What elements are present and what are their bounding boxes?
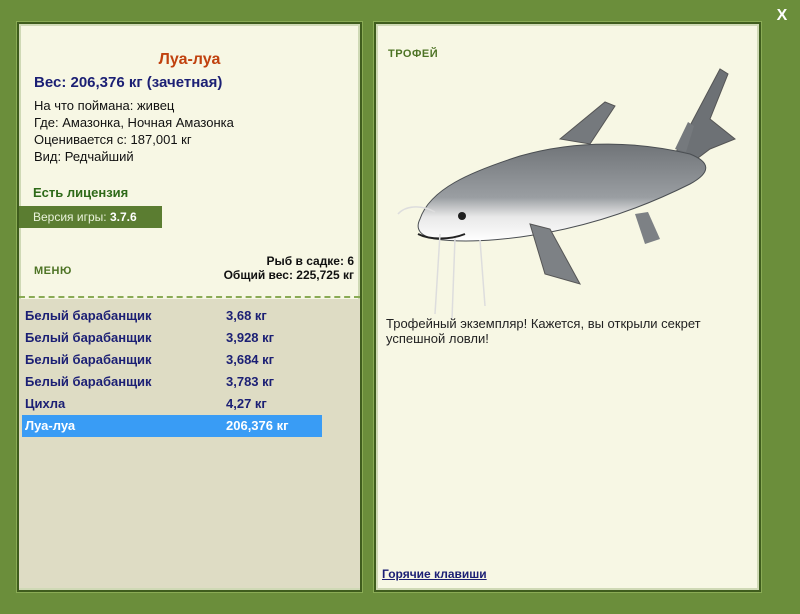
catfish-image	[397, 68, 736, 320]
rarity-info: Вид: Редчайший	[34, 149, 134, 164]
hotkeys-link[interactable]: Горячие клавиши	[382, 567, 487, 581]
catch-weight: 3,684 кг	[226, 352, 275, 367]
catch-list: Белый барабанщик 3,68 кг Белый барабанщи…	[19, 299, 360, 588]
catch-name: Белый барабанщик	[25, 352, 152, 367]
catch-row[interactable]: Белый барабанщик 3,68 кг	[22, 305, 322, 327]
bait-info: На что поймана: живец	[34, 98, 175, 113]
valuation-info: Оценивается с: 187,001 кг	[34, 132, 192, 147]
fish-title: Луа-луа	[158, 51, 221, 68]
catch-name: Луа-луа	[25, 418, 76, 433]
keepnet-stats: Рыб в садке: 6 Общий вес: 225,725 кг	[224, 254, 354, 282]
location-info: Где: Амазонка, Ночная Амазонка	[34, 115, 234, 130]
catch-row[interactable]: Белый барабанщик 3,928 кг	[22, 327, 322, 349]
catch-row[interactable]: Цихла 4,27 кг	[22, 393, 322, 415]
divider	[19, 296, 360, 298]
trophy-panel: ТРОФЕЙ Трофейный экземпляр! Кажется, вы …	[374, 22, 761, 592]
catch-row[interactable]: Белый барабанщик 3,684 кг	[22, 349, 322, 371]
fish-info-panel: Луа-луа Вес: 206,376 кг (зачетная) На чт…	[17, 22, 362, 592]
catch-weight: 206,376 кг	[226, 418, 289, 433]
catch-name: Белый барабанщик	[25, 374, 152, 389]
catch-row[interactable]: Белый барабанщик 3,783 кг	[22, 371, 322, 393]
trophy-description: Трофейный экземпляр! Кажется, вы открыли…	[386, 316, 701, 346]
version-value: 3.7.6	[109, 210, 137, 224]
menu-button[interactable]: МЕНЮ	[34, 265, 72, 277]
fish-count: Рыб в садке: 6	[266, 254, 354, 268]
total-weight: Общий вес: 225,725 кг	[223, 268, 354, 282]
catch-weight: 3,68 кг	[226, 308, 267, 323]
catch-name: Белый барабанщик	[25, 330, 152, 345]
catch-name: Цихла	[25, 396, 66, 411]
catch-weight: 4,27 кг	[226, 396, 267, 411]
catch-weight: 3,928 кг	[226, 330, 275, 345]
version-bar: Версия игры: 3.7.6	[19, 206, 162, 228]
catch-weight: 3,783 кг	[226, 374, 275, 389]
version-label: Версия игры:	[33, 210, 107, 224]
fish-weight: Вес: 206,376 кг (зачетная)	[34, 74, 223, 91]
catch-name: Белый барабанщик	[25, 308, 152, 323]
license-status: Есть лицензия	[33, 185, 129, 200]
catch-row-selected[interactable]: Луа-луа 206,376 кг	[22, 415, 322, 437]
close-button[interactable]: X	[772, 6, 792, 26]
